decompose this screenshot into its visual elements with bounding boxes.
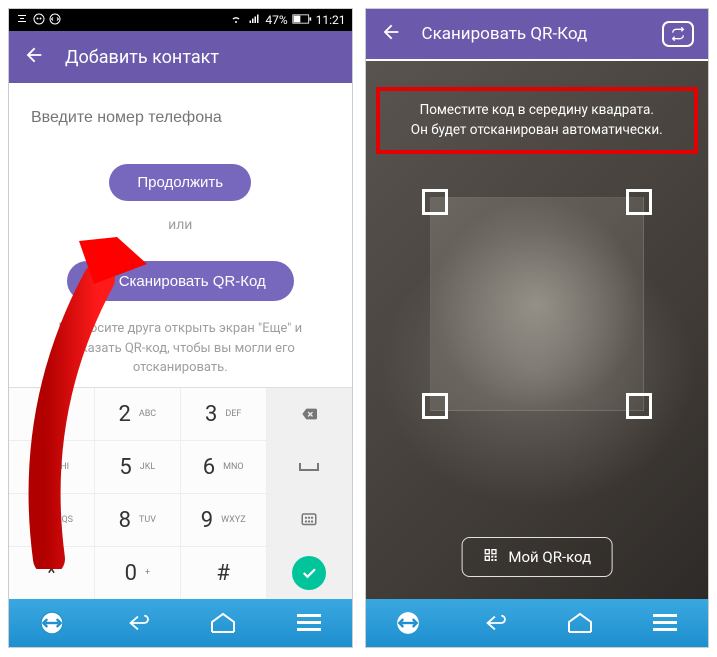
back-icon[interactable] (23, 44, 45, 71)
continue-button[interactable]: Продолжить (109, 164, 251, 201)
frame-corner (422, 189, 448, 215)
scan-hint-text: Попросите друга открыть экран "Еще" и по… (31, 319, 330, 378)
recent-nav-button[interactable] (285, 607, 333, 639)
home-nav-button[interactable] (556, 607, 604, 639)
qr-icon (482, 547, 498, 567)
my-qr-label: Мой QR-код (508, 548, 591, 566)
keypad-key-#[interactable]: # (181, 547, 267, 599)
keypad-key-*[interactable]: * (9, 547, 95, 599)
keypad-space[interactable] (267, 441, 352, 493)
phone-screenshot-scan-qr: Сканировать QR-Код Поместите код в серед… (365, 8, 710, 648)
keypad-key-1[interactable]: 1 (9, 388, 95, 440)
back-nav-button[interactable] (470, 607, 518, 639)
battery-pct: 47% (265, 13, 287, 27)
scan-qr-button-label: Сканировать QR-Код (119, 273, 266, 290)
page-title: Добавить контакт (65, 47, 219, 68)
keypad-key-2[interactable]: 2ABC (95, 388, 181, 440)
back-icon[interactable] (380, 21, 402, 48)
dial-keypad: 12ABC3DEF 4GHI5JKL6MNO 7PRQS8TUV9WXYZ *0+# (9, 387, 352, 599)
owl-icon (33, 13, 45, 28)
scan-frame (422, 189, 652, 419)
android-nav-bar (9, 599, 352, 647)
continue-button-label: Продолжить (137, 174, 223, 191)
instruction-line-2: Он будет отсканирован автоматически. (388, 121, 687, 141)
camera-viewfinder: Поместите код в середину квадрата. Он бу… (366, 61, 709, 599)
switch-camera-button[interactable] (662, 21, 694, 47)
keypad-key-0[interactable]: 0+ (95, 547, 181, 599)
app-bar: Сканировать QR-Код (366, 9, 709, 59)
keypad-key-8[interactable]: 8TUV (95, 494, 181, 546)
teamviewer-nav-icon[interactable] (28, 607, 76, 639)
scan-qr-button[interactable]: Сканировать QR-Код (67, 261, 294, 301)
phone-screenshot-add-contact: 47% 11:21 Добавить контакт Продолжить ил… (8, 8, 353, 648)
battery-icon (292, 13, 312, 27)
keypad-done[interactable] (267, 547, 352, 599)
phone-number-input[interactable] (31, 101, 330, 136)
qr-icon (95, 271, 111, 291)
frame-corner (626, 393, 652, 419)
teamviewer-notif-icon (49, 13, 61, 28)
instruction-line-1: Поместите код в середину квадрата. (388, 101, 687, 121)
keypad-backspace[interactable] (267, 388, 352, 440)
frame-corner (422, 393, 448, 419)
recent-nav-button[interactable] (641, 607, 689, 639)
keypad-key-9[interactable]: 9WXYZ (181, 494, 267, 546)
or-divider: или (31, 217, 330, 233)
keypad-key-4[interactable]: 4GHI (9, 441, 95, 493)
scan-instruction-box: Поместите код в середину квадрата. Он бу… (376, 87, 699, 154)
keypad-sym[interactable] (267, 494, 352, 546)
status-bar: 47% 11:21 (9, 9, 352, 31)
camera-preview-tile (430, 197, 644, 411)
back-nav-button[interactable] (113, 607, 161, 639)
keypad-key-3[interactable]: 3DEF (181, 388, 267, 440)
app-bar: Добавить контакт (9, 31, 352, 83)
frame-corner (626, 189, 652, 215)
keypad-key-6[interactable]: 6MNO (181, 441, 267, 493)
teamviewer-nav-icon[interactable] (384, 607, 432, 639)
my-qr-button[interactable]: Мой QR-код (461, 537, 612, 577)
add-contact-content: Продолжить или Сканировать QR-Код Попрос… (9, 83, 352, 378)
notif-icon (15, 13, 29, 28)
clock-time: 11:21 (316, 13, 346, 27)
keypad-key-7[interactable]: 7PRQS (9, 494, 95, 546)
page-title: Сканировать QR-Код (422, 24, 588, 44)
keypad-key-5[interactable]: 5JKL (95, 441, 181, 493)
home-nav-button[interactable] (199, 607, 247, 639)
signal-icon (247, 13, 261, 28)
wifi-icon (229, 13, 243, 28)
android-nav-bar (366, 599, 709, 647)
